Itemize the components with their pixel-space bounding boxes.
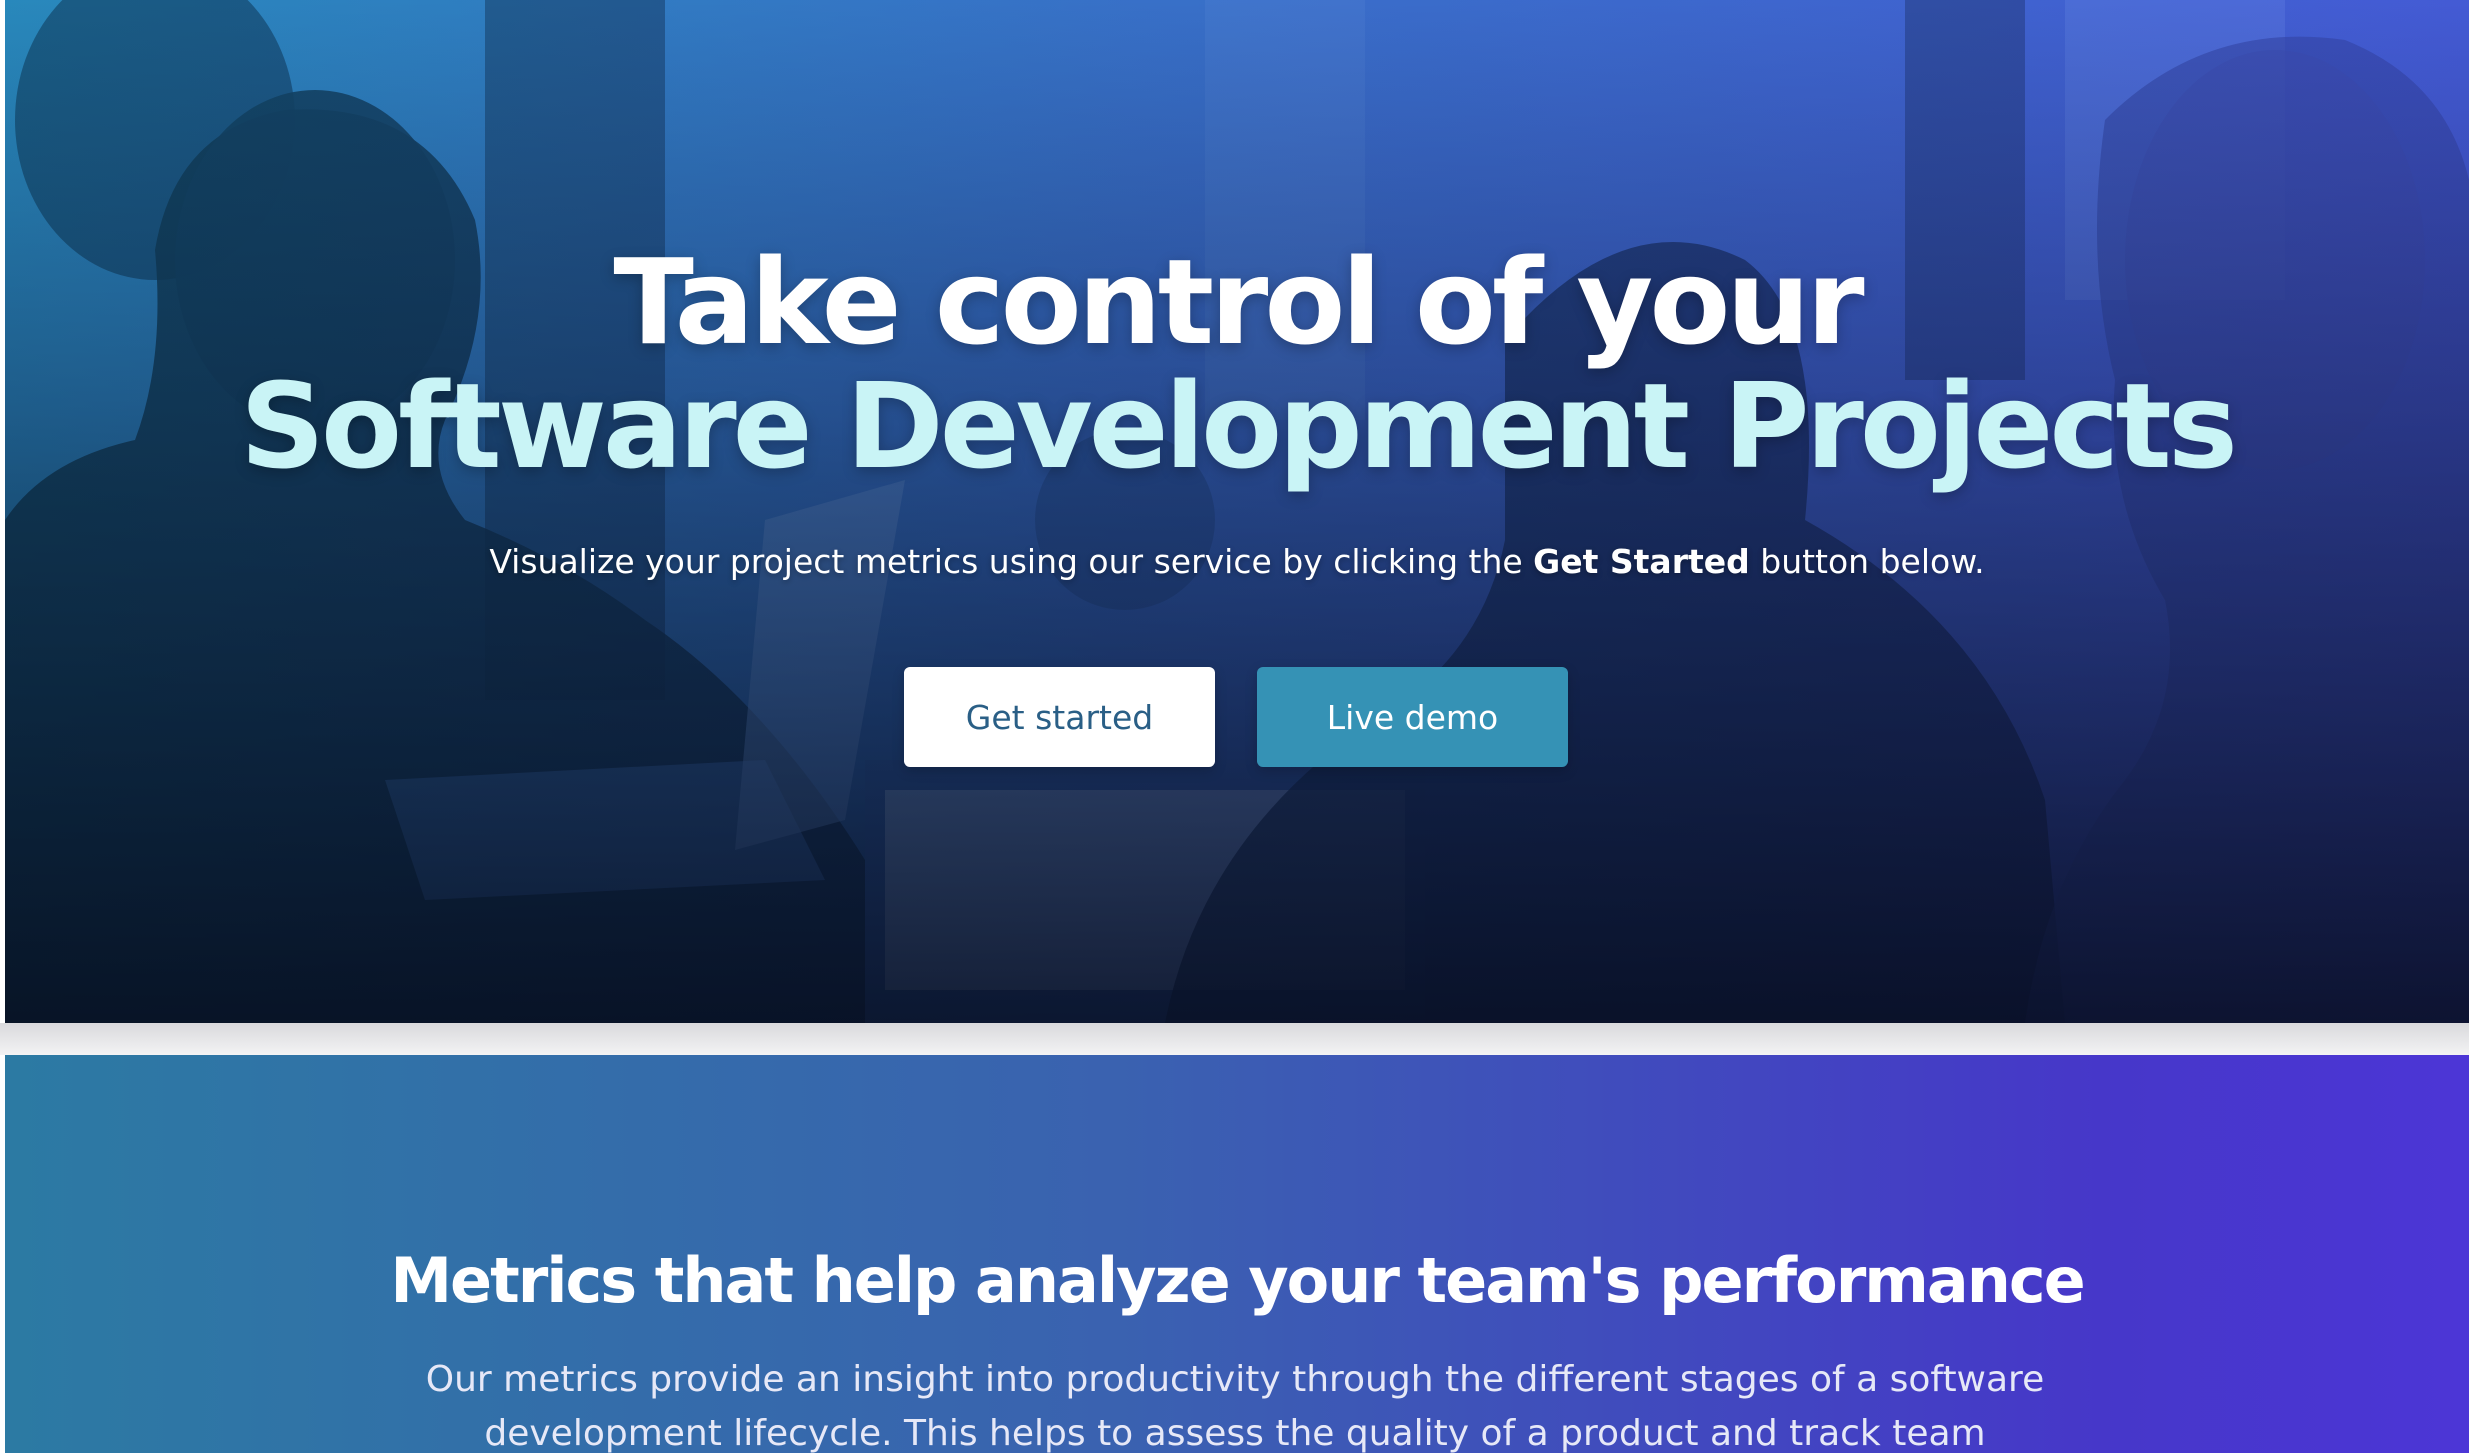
hero-title-line1: Take control of your	[613, 233, 1864, 371]
get-started-button[interactable]: Get started	[904, 667, 1215, 767]
hero-subtitle-text: Visualize your project metrics using our…	[489, 542, 1534, 581]
metrics-description: Our metrics provide an insight into prod…	[425, 1359, 2045, 1453]
hero-background-photo	[5, 0, 2469, 1023]
hero-subtitle: Visualize your project metrics using our…	[5, 540, 2469, 584]
hero-title-line2: Software Development Projects	[240, 357, 2238, 495]
hero-subtitle-end: button below.	[1749, 542, 1985, 581]
hero-title: Take control of your Software Developmen…	[5, 240, 2469, 488]
section-divider	[0, 1023, 2469, 1055]
metrics-section: Metrics that help analyze your team's pe…	[5, 1055, 2469, 1453]
metrics-title: Metrics that help analyze your team's pe…	[390, 1244, 2085, 1317]
hero-subtitle-bold: Get Started	[1533, 542, 1750, 581]
landing-page: Take control of your Software Developmen…	[0, 0, 2469, 1453]
hero-section: Take control of your Software Developmen…	[5, 0, 2469, 1023]
live-demo-button[interactable]: Live demo	[1257, 667, 1568, 767]
